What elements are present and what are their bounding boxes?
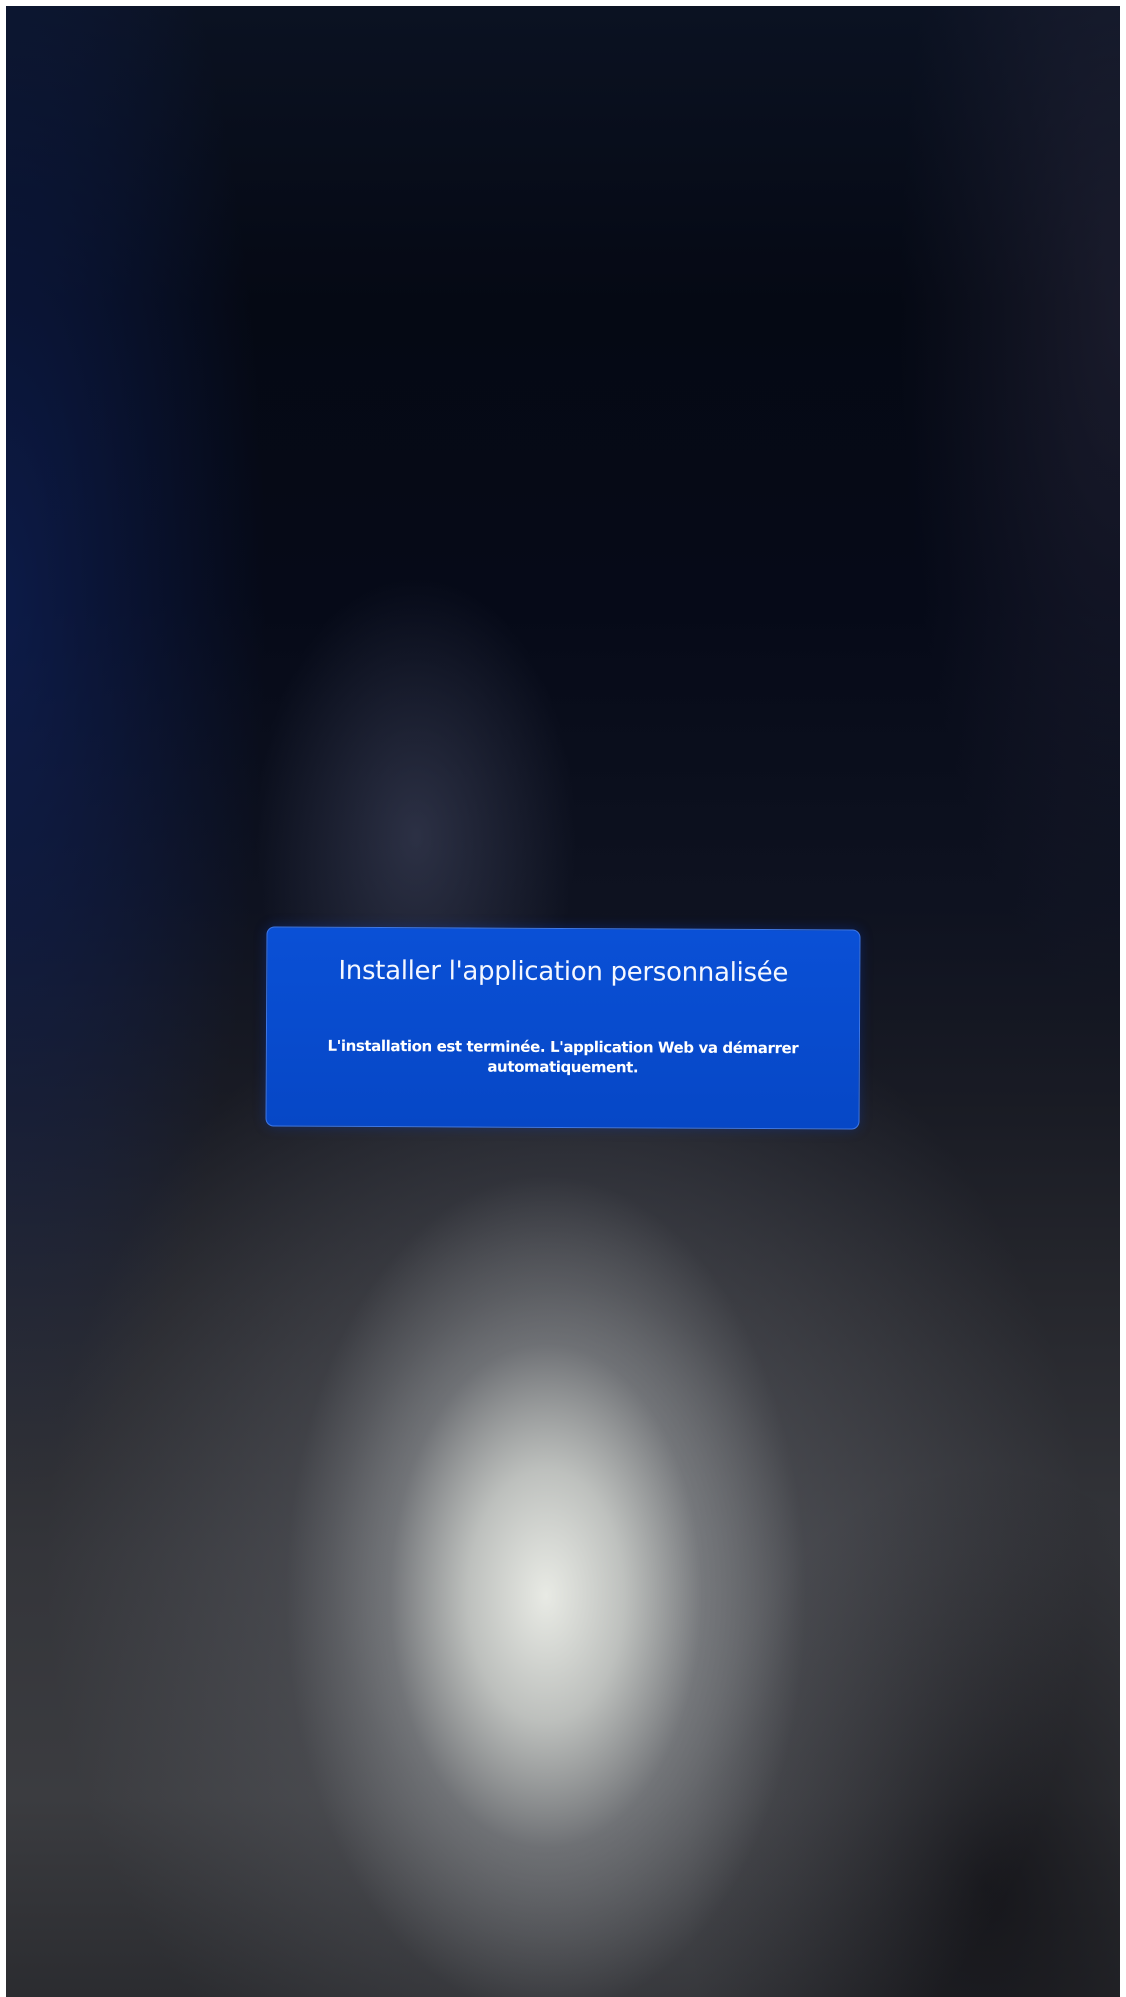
tv-screen: Installer l'application personnalisée L'…	[6, 6, 1120, 1997]
dialog-message: L'installation est terminée. L'applicati…	[327, 1036, 799, 1077]
dialog-title: Installer l'application personnalisée	[338, 955, 789, 989]
install-complete-dialog: Installer l'application personnalisée L'…	[265, 926, 861, 1130]
